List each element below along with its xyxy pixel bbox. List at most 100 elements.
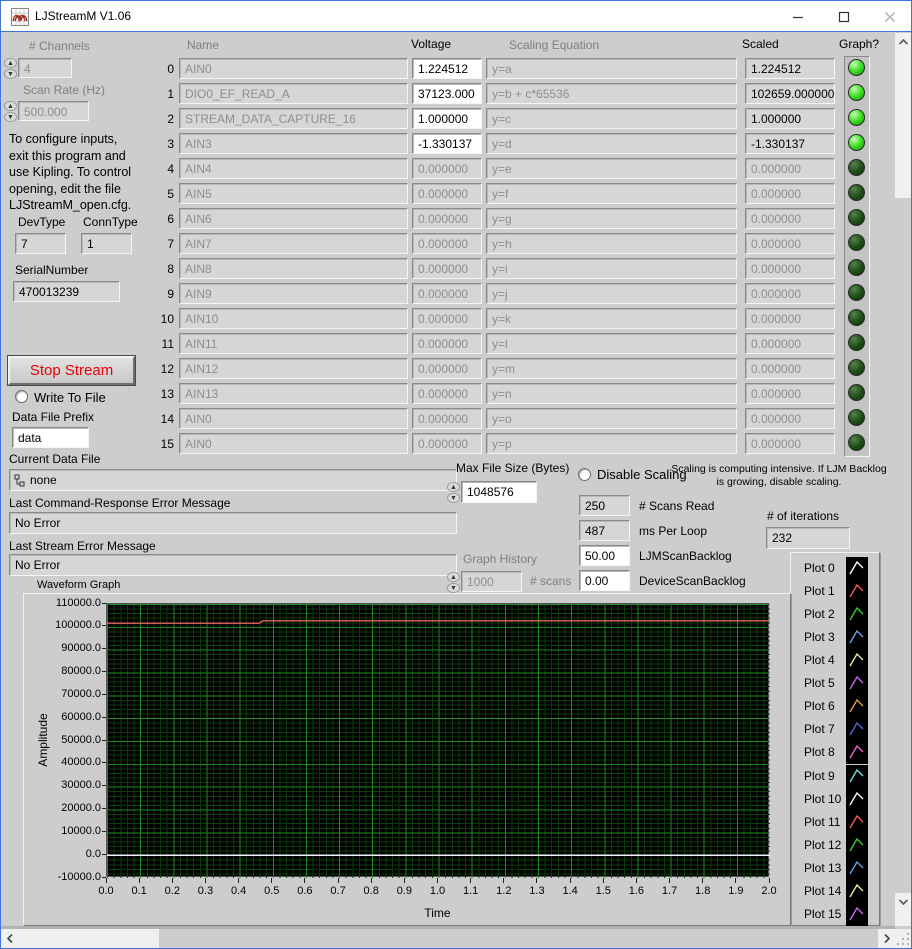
scaling-equation-input[interactable]: y=n [486, 383, 737, 404]
legend-item[interactable]: Plot 4 [791, 649, 879, 672]
scroll-up-button[interactable] [895, 33, 912, 50]
graph-led[interactable] [848, 59, 865, 76]
vertical-scrollbar-thumb[interactable] [895, 198, 912, 893]
plot-color-swatch[interactable] [846, 603, 868, 626]
decrement-icon[interactable]: ▼ [4, 112, 17, 122]
legend-item[interactable]: Plot 3 [791, 626, 879, 649]
scaling-equation-input[interactable]: y=o [486, 408, 737, 429]
graph-led[interactable] [848, 209, 865, 226]
channel-name-input[interactable]: AIN10 [179, 308, 408, 329]
plot-color-swatch[interactable] [846, 718, 868, 741]
graph-led[interactable] [848, 159, 865, 176]
close-button[interactable] [867, 1, 912, 32]
plot-color-swatch[interactable] [846, 649, 868, 672]
scan-rate-spinner[interactable]: ▲ ▼ [4, 101, 17, 123]
devtype-input[interactable]: 7 [15, 233, 66, 254]
channels-spinner[interactable]: ▲ ▼ [4, 58, 17, 80]
legend-item[interactable]: Plot 10 [791, 788, 879, 811]
graph-led[interactable] [848, 434, 865, 451]
max-file-size-input[interactable]: 1048576 [461, 481, 537, 503]
graph-history-spinner[interactable]: ▲ ▼ [447, 572, 460, 594]
plot-color-swatch[interactable] [846, 857, 868, 880]
graph-led[interactable] [848, 334, 865, 351]
scaling-equation-input[interactable]: y=m [486, 358, 737, 379]
plot-color-swatch[interactable] [846, 741, 868, 764]
write-to-file-radio[interactable] [15, 390, 28, 403]
scaling-equation-input[interactable]: y=g [486, 208, 737, 229]
scroll-left-button[interactable] [1, 929, 18, 948]
conntype-input[interactable]: 1 [81, 233, 132, 254]
channel-name-input[interactable]: AIN0 [179, 433, 408, 454]
graph-led[interactable] [848, 259, 865, 276]
channel-name-input[interactable]: AIN12 [179, 358, 408, 379]
serial-number-input[interactable]: 470013239 [13, 281, 120, 302]
disable-scaling-radio[interactable] [578, 468, 591, 481]
legend-item[interactable]: Plot 0 [791, 557, 879, 580]
title-bar[interactable]: LJStreamM V1.06 [1, 1, 912, 32]
horizontal-scrollbar[interactable] [1, 929, 895, 948]
channel-name-input[interactable]: AIN0 [179, 58, 408, 79]
graph-led[interactable] [848, 284, 865, 301]
decrement-icon[interactable]: ▼ [447, 493, 460, 503]
scroll-down-button[interactable] [895, 893, 912, 910]
scaling-equation-input[interactable]: y=i [486, 258, 737, 279]
scaling-equation-input[interactable]: y=c [486, 108, 737, 129]
plot-color-swatch[interactable] [846, 811, 868, 834]
graph-history-input[interactable]: 1000 [461, 571, 522, 592]
stop-stream-button[interactable]: Stop Stream [8, 356, 135, 385]
legend-item[interactable]: Plot 15 [791, 903, 879, 926]
scaling-equation-input[interactable]: y=d [486, 133, 737, 154]
channel-name-input[interactable]: AIN13 [179, 383, 408, 404]
graph-led[interactable] [848, 234, 865, 251]
scaling-equation-input[interactable]: y=f [486, 183, 737, 204]
legend-item[interactable]: Plot 14 [791, 880, 879, 903]
legend-item[interactable]: Plot 6 [791, 695, 879, 718]
decrement-icon[interactable]: ▼ [447, 583, 460, 593]
channel-name-input[interactable]: AIN5 [179, 183, 408, 204]
minimize-button[interactable] [775, 1, 821, 32]
graph-led[interactable] [848, 134, 865, 151]
plot-color-swatch[interactable] [846, 903, 868, 926]
plot-color-swatch[interactable] [846, 880, 868, 903]
max-file-size-spinner[interactable]: ▲ ▼ [447, 482, 460, 504]
graph-led[interactable] [848, 184, 865, 201]
channel-name-input[interactable]: AIN6 [179, 208, 408, 229]
graph-led[interactable] [848, 109, 865, 126]
graph-led[interactable] [848, 384, 865, 401]
resize-grip[interactable] [895, 929, 912, 948]
data-file-prefix-input[interactable]: data [12, 427, 89, 448]
scaling-equation-input[interactable]: y=l [486, 333, 737, 354]
graph-led[interactable] [848, 309, 865, 326]
legend-item[interactable]: Plot 7 [791, 718, 879, 741]
increment-icon[interactable]: ▲ [4, 58, 17, 68]
channel-name-input[interactable]: AIN4 [179, 158, 408, 179]
channel-name-input[interactable]: STREAM_DATA_CAPTURE_16 [179, 108, 408, 129]
scaling-equation-input[interactable]: y=a [486, 58, 737, 79]
scaling-equation-input[interactable]: y=j [486, 283, 737, 304]
legend-item[interactable]: Plot 13 [791, 857, 879, 880]
vertical-scrollbar[interactable] [895, 33, 912, 926]
scaling-equation-input[interactable]: y=k [486, 308, 737, 329]
plot-color-swatch[interactable] [846, 765, 868, 788]
plot-color-swatch[interactable] [846, 834, 868, 857]
graph-led[interactable] [848, 359, 865, 376]
plot-color-swatch[interactable] [846, 672, 868, 695]
plot-color-swatch[interactable] [846, 580, 868, 603]
scaling-equation-input[interactable]: y=b + c*65536 [486, 83, 737, 104]
scan-rate-input[interactable]: 500.000 [18, 101, 89, 121]
channels-input[interactable]: 4 [18, 58, 72, 78]
legend-item[interactable]: Plot 8 [791, 741, 879, 764]
legend-item[interactable]: Plot 1 [791, 580, 879, 603]
maximize-button[interactable] [821, 1, 867, 32]
channel-name-input[interactable]: AIN3 [179, 133, 408, 154]
graph-led[interactable] [848, 84, 865, 101]
legend-item[interactable]: Plot 9 [791, 765, 879, 788]
plot-color-swatch[interactable] [846, 695, 868, 718]
channel-name-input[interactable]: AIN9 [179, 283, 408, 304]
plot-color-swatch[interactable] [846, 788, 868, 811]
increment-icon[interactable]: ▲ [4, 101, 17, 111]
legend-item[interactable]: Plot 5 [791, 672, 879, 695]
legend-item[interactable]: Plot 11 [791, 811, 879, 834]
scroll-right-button[interactable] [878, 929, 895, 948]
scaling-equation-input[interactable]: y=p [486, 433, 737, 454]
